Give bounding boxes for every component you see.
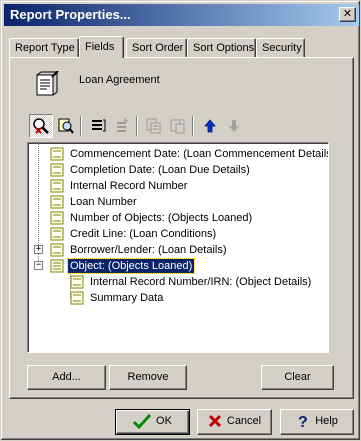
clear-button[interactable]: Clear: [261, 365, 334, 390]
plus-icon: +: [35, 244, 42, 254]
window-title: Report Properties...: [10, 7, 131, 22]
field-icon: [50, 227, 64, 241]
move-down-button[interactable]: [222, 114, 246, 138]
field-group-icon: [50, 259, 64, 273]
tree-item-label: Internal Record Number/IRN: (Object Deta…: [90, 276, 312, 288]
tree-item-label: Number of Objects: (Objects Loaned): [70, 212, 253, 224]
field-icon: [70, 275, 84, 289]
field-icon: [50, 163, 64, 177]
align-list-disabled-icon: [117, 117, 129, 132]
move-down-icon: [229, 120, 239, 132]
copy-field-button[interactable]: [142, 114, 166, 138]
tab-label: Security: [262, 42, 302, 54]
cancel-button-label: Cancel: [226, 415, 262, 428]
tree-item-label: Summary Data: [90, 292, 164, 304]
report-properties-dialog: Report Properties... ✕ Report Type Field…: [0, 0, 361, 441]
paste-field-button[interactable]: [166, 114, 190, 138]
collapse-toggle[interactable]: −: [34, 261, 43, 270]
tree-item-label: Completion Date: (Loan Due Details): [70, 164, 250, 176]
field-tree[interactable]: Commencement Date: (Loan Commencement De…: [27, 142, 329, 353]
tab-label: Sort Order: [132, 42, 184, 54]
tree-item-label: Commencement Date: (Loan Commencement De…: [70, 148, 329, 160]
title-bar[interactable]: Report Properties... ✕: [4, 4, 359, 26]
tab-label: Fields: [85, 41, 115, 53]
ok-button-label: OK: [156, 415, 172, 428]
field-icon: [50, 179, 64, 193]
ok-button[interactable]: OK: [115, 409, 190, 435]
cancel-button[interactable]: Cancel: [197, 409, 272, 435]
field-search-icon: [33, 118, 49, 134]
field-search-button[interactable]: [29, 114, 53, 138]
help-question-icon: ?: [298, 414, 308, 429]
field-icon: [50, 195, 64, 209]
tab-security[interactable]: Security: [256, 38, 305, 57]
add-button-label: Add...: [52, 371, 81, 384]
tab-strip: Report Type Fields Sort Order Sort Optio…: [9, 36, 354, 58]
field-icon: [50, 243, 64, 257]
field-icon: [70, 291, 84, 305]
tree-item-label: Internal Record Number: [70, 180, 188, 192]
move-up-icon: [204, 119, 216, 133]
toolbar-separator: [136, 116, 138, 136]
tree-item-label: Object: (Objects Loaned): [66, 258, 196, 274]
tree-item-label: Borrower/Lender: (Loan Details): [70, 244, 227, 256]
remove-button[interactable]: Remove: [109, 365, 187, 390]
field-icon: [50, 211, 64, 225]
add-button[interactable]: Add...: [27, 365, 106, 390]
remove-button-label: Remove: [127, 371, 169, 384]
help-button-label: Help: [315, 415, 338, 428]
paste-field-icon: [170, 118, 186, 134]
align-list-disabled-button[interactable]: [110, 114, 134, 138]
copy-field-icon: [146, 118, 161, 134]
report-name: Loan Agreement: [79, 74, 160, 86]
move-up-button[interactable]: [198, 114, 222, 138]
tab-report-type[interactable]: Report Type: [9, 38, 79, 57]
tree-item-label: Loan Number: [70, 196, 137, 208]
field-browse-icon: [58, 118, 74, 134]
cancel-x-icon: [208, 415, 221, 428]
close-icon: ✕: [342, 7, 353, 20]
report-document-icon: [36, 71, 59, 96]
tab-label: Report Type: [15, 42, 75, 54]
clear-button-label: Clear: [284, 371, 311, 384]
minus-icon: −: [35, 260, 42, 270]
tab-sort-order[interactable]: Sort Order: [126, 38, 187, 57]
field-browse-button[interactable]: [54, 114, 78, 138]
expand-toggle[interactable]: +: [34, 245, 43, 254]
checkmark-icon: [133, 414, 152, 430]
tab-fields[interactable]: Fields: [79, 36, 124, 58]
close-button[interactable]: ✕: [339, 7, 356, 22]
svg-text:?: ?: [298, 414, 308, 429]
fields-toolbar: [26, 114, 346, 140]
tab-label: Sort Options: [193, 42, 255, 54]
tab-sort-options[interactable]: Sort Options: [187, 38, 256, 57]
tree-item-label: Credit Line: (Loan Conditions): [70, 228, 217, 240]
align-list-button[interactable]: [86, 114, 110, 138]
field-icon: [50, 147, 64, 161]
align-list-icon: [92, 119, 106, 132]
help-button[interactable]: ? Help: [280, 409, 354, 435]
toolbar-separator: [192, 116, 194, 136]
toolbar-separator: [80, 116, 82, 136]
